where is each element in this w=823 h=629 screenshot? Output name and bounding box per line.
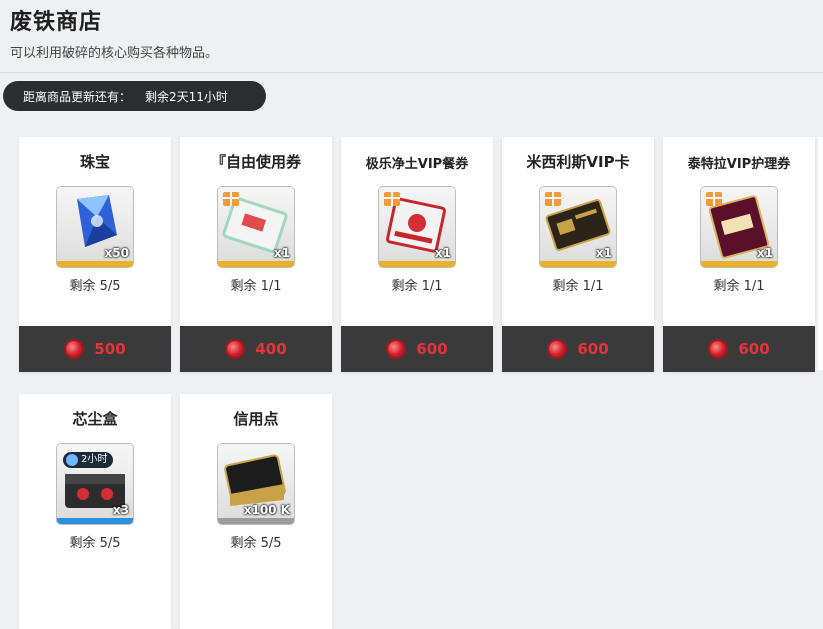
broken-core-icon: [547, 339, 568, 359]
item-name: 『自由使用券: [210, 153, 301, 171]
core-dust-box-icon: 2小时 x3: [57, 444, 133, 524]
item-quantity: x50: [104, 246, 129, 260]
shop-item-vip-meal-voucher[interactable]: 极乐净土VIP餐券 x1 剩余 1/1 600: [341, 137, 493, 372]
shop-item-jewel[interactable]: 珠宝 x50 剩余 5/5 500: [19, 137, 171, 372]
rarity-strip: [57, 261, 133, 267]
credit-card-icon: x100 K: [218, 444, 294, 524]
page-title: 废铁商店: [10, 10, 103, 35]
page-subtitle: 可以利用破碎的核心购买各种物品。: [10, 46, 219, 61]
price-bar[interactable]: 400: [180, 326, 332, 372]
item-name: 泰特拉VIP护理券: [687, 157, 791, 172]
gift-icon: [384, 192, 400, 206]
price-bar[interactable]: 600: [502, 326, 654, 372]
item-name: 极乐净土VIP餐券: [365, 157, 469, 172]
next-card-edge: [818, 137, 823, 370]
blue-crystal-icon: x50: [57, 187, 133, 267]
item-quantity: x1: [273, 246, 290, 260]
price-bar[interactable]: 500: [19, 326, 171, 372]
item-remaining: 剩余 5/5: [69, 279, 121, 294]
gift-icon: [545, 192, 561, 206]
header-divider: [0, 72, 823, 73]
broken-core-icon: [64, 339, 85, 359]
broken-core-icon: [225, 339, 246, 359]
item-name: 芯尘盒: [72, 410, 118, 428]
rarity-strip: [57, 518, 133, 524]
item-remaining: 剩余 1/1: [230, 279, 282, 294]
item-name: 米西利斯VIP卡: [526, 153, 630, 171]
timer-badge: 2小时: [63, 452, 114, 468]
vip-card-icon: x1: [540, 187, 616, 267]
timer-value: 剩余2天11小时: [145, 89, 228, 104]
rarity-strip: [701, 261, 777, 267]
rarity-strip: [218, 518, 294, 524]
price-bar[interactable]: 600: [663, 326, 815, 372]
rarity-strip: [379, 261, 455, 267]
shop-item-vip-card[interactable]: 米西利斯VIP卡 x1 剩余 1/1 600: [502, 137, 654, 372]
rarity-strip: [218, 261, 294, 267]
rarity-strip: [540, 261, 616, 267]
gift-icon: [706, 192, 722, 206]
shop-item-free-ticket[interactable]: 『自由使用券 x1 剩余 1/1 400: [180, 137, 332, 372]
item-remaining: 剩余 1/1: [713, 279, 765, 294]
price-value: 500: [94, 340, 126, 358]
item-quantity: x3: [112, 503, 129, 517]
shop-item-credits[interactable]: 信用点 x100 K 剩余 5/5: [180, 394, 332, 629]
item-quantity: x1: [595, 246, 612, 260]
price-value: 600: [416, 340, 448, 358]
price-value: 600: [738, 340, 770, 358]
item-name: 信用点: [233, 410, 279, 428]
shop-item-core-dust-box[interactable]: 芯尘盒 2小时 x3 剩余 5/5: [19, 394, 171, 629]
item-remaining: 剩余 1/1: [552, 279, 604, 294]
ticket-icon: x1: [218, 187, 294, 267]
timer-label: 距离商品更新还有：: [23, 89, 132, 104]
item-quantity: x100 K: [243, 503, 290, 517]
refresh-timer: 距离商品更新还有： 剩余2天11小时: [3, 81, 266, 111]
item-remaining: 剩余 1/1: [391, 279, 443, 294]
broken-core-icon: [386, 339, 407, 359]
vip-meal-voucher-icon: x1: [379, 187, 455, 267]
shop-item-beauty-care-voucher[interactable]: 泰特拉VIP护理券 x1 剩余 1/1 600: [663, 137, 815, 372]
item-quantity: x1: [434, 246, 451, 260]
price-value: 400: [255, 340, 287, 358]
item-quantity: x1: [756, 246, 773, 260]
price-value: 600: [577, 340, 609, 358]
broken-core-icon: [708, 339, 729, 359]
price-bar[interactable]: 600: [341, 326, 493, 372]
gift-icon: [223, 192, 239, 206]
item-name: 珠宝: [79, 153, 110, 171]
beauty-care-voucher-icon: x1: [701, 187, 777, 267]
